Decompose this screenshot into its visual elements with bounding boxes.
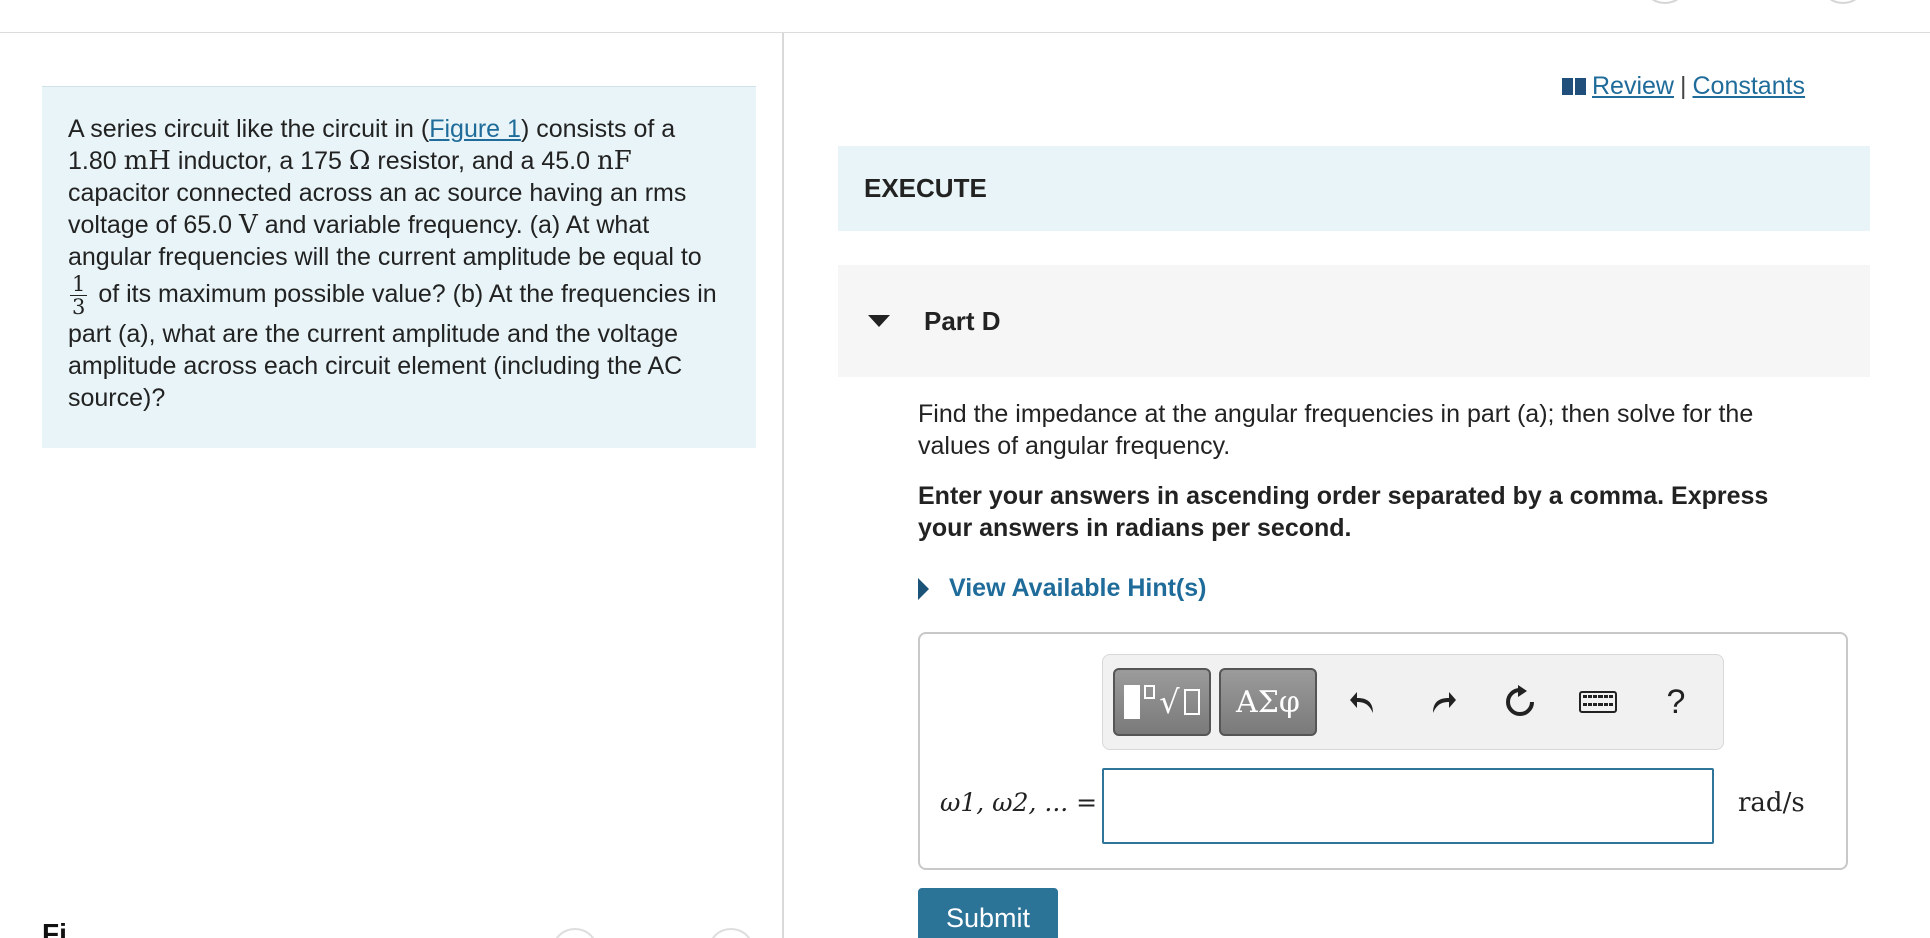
- expand-caret-icon[interactable]: [918, 577, 929, 600]
- help-icon: ?: [1666, 682, 1686, 721]
- undo-button[interactable]: [1325, 668, 1403, 736]
- nav-circle-left[interactable]: [1642, 0, 1688, 4]
- redo-button[interactable]: [1403, 668, 1481, 736]
- header-links: Review | Constants: [1562, 72, 1805, 101]
- figure-link[interactable]: Figure 1: [429, 115, 521, 143]
- keyboard-icon: [1579, 691, 1617, 713]
- fraction-numerator: 1: [70, 272, 88, 296]
- reset-button[interactable]: [1481, 668, 1559, 736]
- fraction-one-third: 13: [70, 272, 88, 319]
- review-link[interactable]: Review: [1592, 72, 1674, 101]
- redo-icon: [1433, 692, 1456, 713]
- math-toolbar: √ ΑΣφ ?: [1102, 654, 1724, 750]
- panel-divider: [782, 33, 784, 938]
- top-divider: [0, 32, 1930, 33]
- fraction-denominator: 3: [72, 295, 86, 319]
- templates-button[interactable]: √: [1113, 668, 1211, 736]
- instructions-text: Find the impedance at the angular freque…: [918, 400, 1754, 460]
- problem-statement: A series circuit like the circuit in (Fi…: [42, 86, 756, 448]
- answer-format-instructions: Enter your answers in ascending order se…: [918, 482, 1769, 542]
- problem-text: A series circuit like the circuit in (: [68, 115, 430, 143]
- unit-nf: nF: [596, 146, 632, 176]
- unit-mh: mH: [123, 146, 171, 176]
- figure-nav-next[interactable]: [708, 928, 754, 938]
- part-header[interactable]: Part D: [838, 265, 1870, 377]
- book-icon: [1562, 78, 1586, 95]
- placeholder-box-icon: [1183, 689, 1200, 715]
- superscript-box-icon: [1144, 685, 1156, 699]
- figure-heading: Fi: [42, 918, 67, 938]
- view-hints-toggle[interactable]: View Available Hint(s): [918, 574, 1206, 603]
- answer-label: ω1, ω2, ... =: [940, 788, 1098, 817]
- problem-text: resistor, and a 45.0: [370, 147, 591, 175]
- execute-header: EXECUTE: [838, 146, 1870, 231]
- part-label: Part D: [924, 305, 1001, 336]
- reset-icon: [1506, 685, 1534, 716]
- hint-label[interactable]: View Available Hint(s): [949, 574, 1206, 603]
- sqrt-icon: √: [1159, 683, 1180, 721]
- unit-ohm: Ω: [348, 146, 371, 176]
- answer-input[interactable]: [1102, 768, 1714, 844]
- greek-symbols-button[interactable]: ΑΣφ: [1219, 668, 1317, 736]
- execute-label: EXECUTE: [864, 173, 987, 203]
- submit-button[interactable]: Submit: [918, 888, 1058, 938]
- undo-icon: [1350, 692, 1373, 713]
- answer-unit: rad/s: [1738, 788, 1805, 818]
- constants-link[interactable]: Constants: [1692, 72, 1805, 101]
- nav-circle-right[interactable]: [1820, 0, 1866, 4]
- figure-nav-prev[interactable]: [552, 928, 598, 938]
- link-separator: |: [1679, 72, 1687, 100]
- problem-text: of its maximum possible value? (b) At th…: [68, 280, 717, 412]
- collapse-caret-icon[interactable]: [868, 315, 890, 327]
- keyboard-button[interactable]: [1559, 668, 1637, 736]
- answer-panel: √ ΑΣφ ? ω1, ω2, ... = rad/s: [918, 632, 1848, 870]
- unit-v: V: [238, 210, 258, 240]
- templates-icon: [1124, 685, 1141, 719]
- help-button[interactable]: ?: [1637, 668, 1715, 736]
- problem-text: inductor, a 175: [170, 147, 342, 175]
